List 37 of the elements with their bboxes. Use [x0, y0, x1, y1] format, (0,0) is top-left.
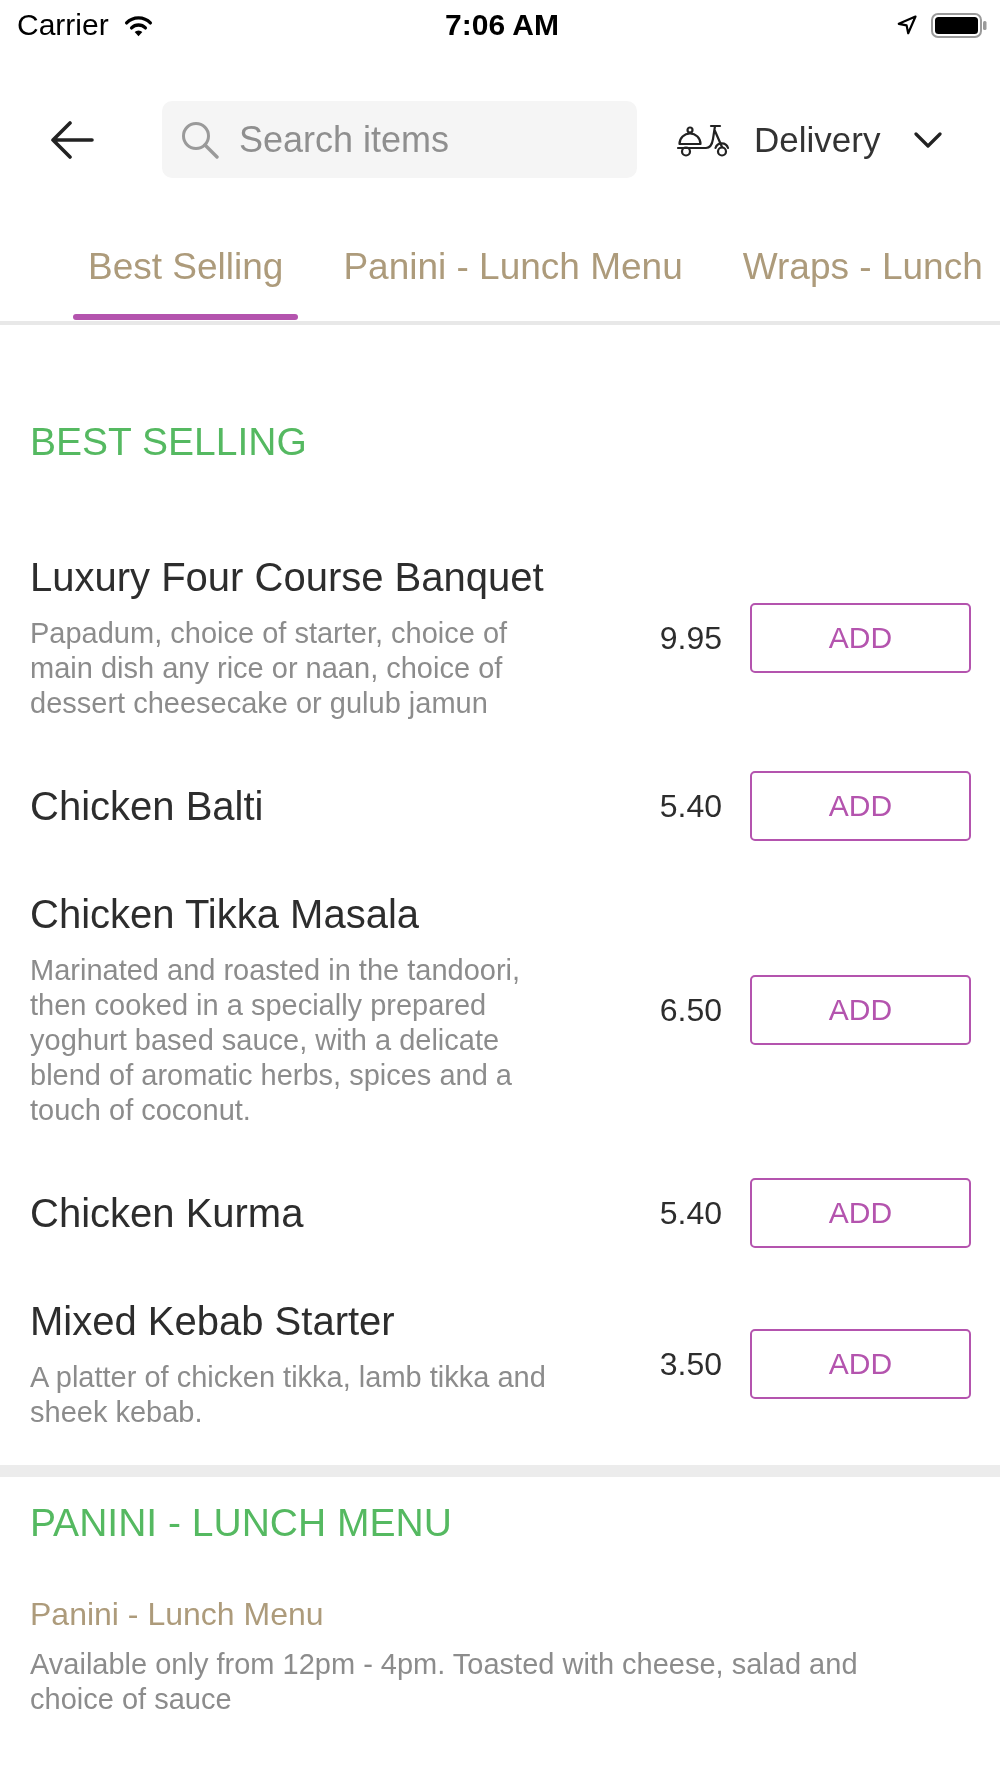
category-tab[interactable]: Best Selling — [73, 220, 299, 320]
item-description: Papadum, choice of starter, choice of main dish any rice or naan, choice of dessert cheesecake or gulub jamun — [30, 616, 509, 721]
status-time: 7:06 AM — [445, 7, 559, 43]
add-button[interactable]: ADD — [750, 602, 971, 673]
delivery-selector[interactable]: Delivery — [676, 118, 943, 161]
section-heading: PANINI - LUNCH MENU — [29, 1500, 453, 1546]
location-arrow-icon — [897, 15, 917, 35]
category-tab[interactable]: Panini - Lunch Menu — [328, 220, 698, 320]
section-subheading: Panini - Lunch Menu — [29, 1595, 325, 1633]
search-field[interactable]: Search items — [162, 101, 637, 178]
category-tab[interactable]: Wraps - Lunch — [727, 220, 998, 320]
add-button[interactable]: ADD — [750, 1329, 971, 1399]
carrier-label: Carrier — [17, 7, 109, 43]
item-description: A platter of chicken tikka, lamb tikka and sheek kebab. — [30, 1360, 547, 1430]
section-note: Available only from 12pm - 4pm. Toasted with cheese, salad and choice of sauce — [29, 1647, 859, 1717]
item-price: 5.40 — [658, 787, 722, 825]
back-arrow-icon — [50, 120, 94, 159]
item-price: 3.50 — [658, 1345, 722, 1383]
item-name: Chicken Kurma — [30, 1190, 305, 1236]
item-price: 6.50 — [658, 990, 722, 1029]
back-button[interactable] — [50, 120, 94, 159]
add-button[interactable]: ADD — [750, 1178, 971, 1248]
chevron-down-icon — [914, 131, 943, 148]
item-price: 9.95 — [658, 618, 722, 657]
search-icon — [181, 120, 219, 159]
wifi-icon — [122, 13, 154, 37]
item-name: Mixed Kebab Starter — [30, 1298, 396, 1344]
scooter-icon — [676, 122, 730, 157]
battery-icon — [931, 12, 987, 38]
add-button[interactable]: ADD — [750, 974, 971, 1045]
item-name: Chicken Balti — [30, 783, 265, 829]
add-button[interactable]: ADD — [750, 771, 971, 841]
item-price: 5.40 — [658, 1194, 722, 1232]
section-heading: BEST SELLING — [29, 419, 308, 465]
item-description: Marinated and roasted in the tandoori, then cooked in a specially prepared yoghurt based sauce, with a delicate blend of aromatic herbs, spices and a touch of coconut. — [30, 953, 522, 1128]
item-name: Luxury Four Course Banquet — [30, 554, 545, 600]
item-name: Chicken Tikka Masala — [30, 891, 421, 937]
